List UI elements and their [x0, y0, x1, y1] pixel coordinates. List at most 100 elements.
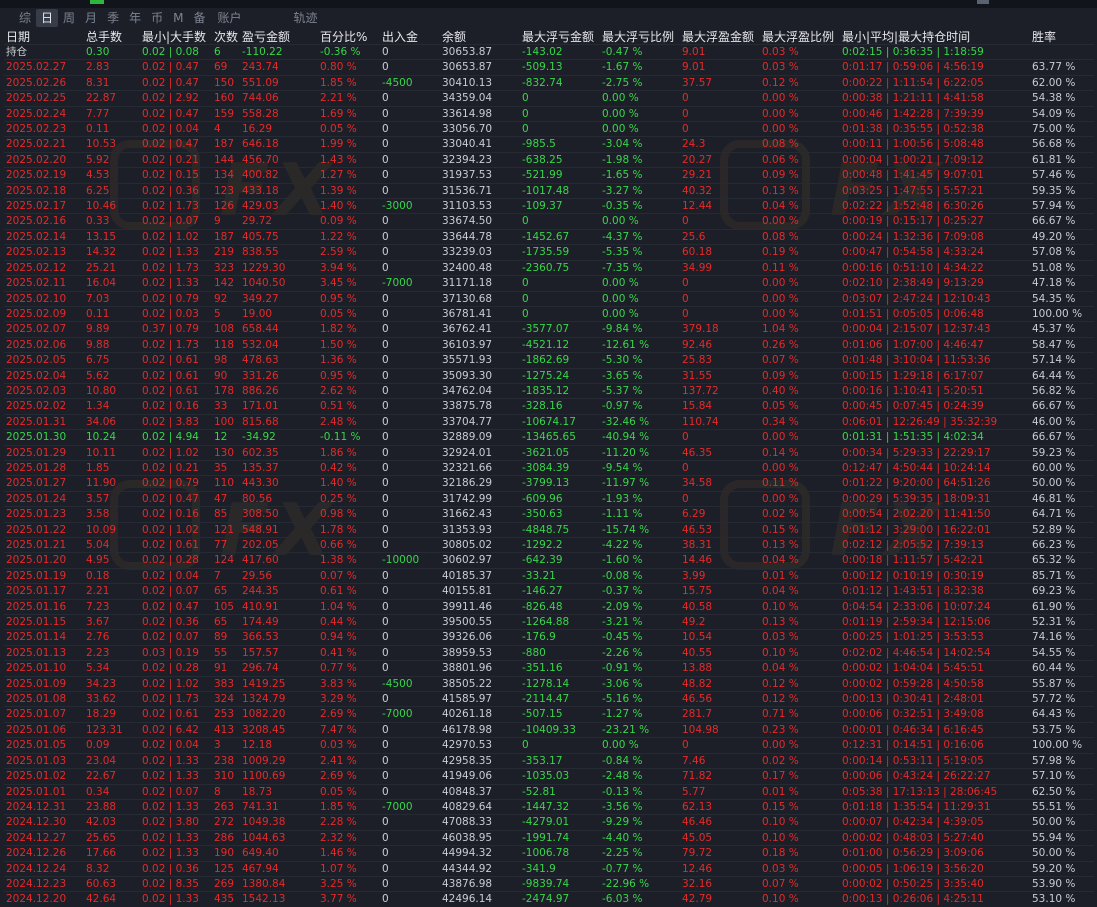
cell-balance: 32889.09 [440, 429, 520, 446]
cell-trade-count: 65 [212, 583, 240, 600]
cell-total-lots: 33.62 [84, 691, 140, 707]
table-row[interactable]: 2025.01.01 0.34 0.02 | 0.07 8 18.73 0.05 % 0 40… [4, 783, 1094, 800]
table-row[interactable]: 2025.02.04 5.62 0.02 | 0.61 90 331.26 0.95 % 0… [4, 367, 1094, 384]
header-win-rate[interactable]: 胜率 [1030, 30, 1094, 45]
cell-max-floating-loss-ratio: 0.00 % [600, 213, 680, 230]
tab-year[interactable]: 年 [124, 9, 146, 27]
tab-month[interactable]: 月 [80, 9, 102, 27]
header-balance[interactable]: 余额 [440, 30, 520, 45]
header-max-floating-loss[interactable]: 最大浮亏金额 [520, 30, 600, 45]
cell-max-floating-loss: -826.48 [520, 598, 600, 615]
table-row[interactable]: 2024.12.24 8.32 0.02 | 0.36 125 467.94 1.07 %… [4, 860, 1094, 877]
header-date[interactable]: 日期 [4, 30, 84, 45]
table-row[interactable]: 2025.02.24 7.77 0.02 | 0.47 159 558.28 1.69 %… [4, 105, 1094, 122]
header-max-floating-profit-ratio[interactable]: 最大浮盈比例 [760, 30, 840, 45]
table-row[interactable]: 2024.12.30 42.03 0.02 | 3.80 272 1049.38 2.28… [4, 814, 1094, 831]
table-row[interactable]: 2024.12.31 23.88 0.02 | 1.33 263 741.31 1.85 … [4, 798, 1094, 815]
table-row[interactable]: 2025.01.15 3.67 0.02 | 0.36 65 174.49 0.44 % 0… [4, 614, 1094, 630]
header-max-floating-loss-ratio[interactable]: 最大浮亏比例 [600, 30, 680, 45]
cell-balance: 43876.98 [440, 875, 520, 892]
table-row[interactable]: 2025.02.13 14.32 0.02 | 1.33 219 838.55 2.59 … [4, 244, 1094, 261]
tab-account[interactable]: 账户 [212, 9, 246, 27]
tab-overview[interactable]: 综 [14, 9, 36, 27]
cell-win-rate: 59.20 % [1030, 860, 1094, 877]
table-row[interactable]: 2025.01.08 33.62 0.02 | 1.73 324 1324.79 3.29… [4, 691, 1094, 707]
table-row[interactable]: 2024.12.20 42.64 0.02 | 1.33 435 1542.13 3.77… [4, 891, 1094, 907]
header-deposit-withdrawal[interactable]: 出入金 [380, 30, 440, 45]
table-row[interactable]: 2025.02.11 16.04 0.02 | 1.33 142 1040.50 3.45… [4, 275, 1094, 291]
table-row[interactable]: 2025.02.09 0.11 0.02 | 0.03 5 19.00 0.05 % 0 36… [4, 305, 1094, 322]
table-row[interactable]: 2025.01.19 0.18 0.02 | 0.04 7 29.56 0.07 % 0 40… [4, 567, 1094, 584]
table-row[interactable]: 2025.01.03 23.04 0.02 | 1.33 238 1009.29 2.41… [4, 752, 1094, 769]
table-row[interactable]: 2025.02.19 4.53 0.02 | 0.15 134 400.82 1.27 %… [4, 167, 1094, 184]
table-row[interactable]: 2025.01.27 11.90 0.02 | 0.79 110 443.30 1.40 … [4, 475, 1094, 492]
header-pnl[interactable]: 盈亏金额 [240, 30, 318, 45]
table-row[interactable]: 2025.01.09 34.23 0.02 | 1.02 383 1419.25 3.83… [4, 675, 1094, 692]
table-row[interactable]: 2025.02.18 6.25 0.02 | 0.36 123 433.18 1.39 %… [4, 182, 1094, 199]
table-row[interactable]: 2024.12.27 25.65 0.02 | 1.33 286 1044.63 2.32… [4, 829, 1094, 846]
header-holding-time[interactable]: 最小|平均|最大持仓时间 [840, 30, 1030, 45]
table-row[interactable]: 2025.02.27 2.83 0.02 | 0.47 69 243.74 0.80 % 0… [4, 59, 1094, 76]
tab-currency[interactable]: 币 [146, 9, 168, 27]
tab-notes[interactable]: 备 [188, 9, 210, 27]
table-row[interactable]: 2025.01.28 1.85 0.02 | 0.21 35 135.37 0.42 % 0… [4, 459, 1094, 476]
table-row[interactable]: 2025.01.30 10.24 0.02 | 4.94 12 -34.92 -0.11 … [4, 429, 1094, 446]
cell-total-lots: 23.04 [84, 752, 140, 769]
table-row[interactable]: 2025.02.16 0.33 0.02 | 0.07 9 29.72 0.09 % 0 33… [4, 213, 1094, 230]
table-row[interactable]: 2025.01.22 10.09 0.02 | 1.02 121 548.91 1.78 … [4, 521, 1094, 538]
cell-max-floating-loss-ratio: -0.47 % [600, 43, 680, 60]
table-row-open-positions[interactable]: 持仓 0.30 0.02 | 0.08 6 -110.22 -0.36 % 0 30653.8… [4, 43, 1094, 60]
header-total-lots[interactable]: 总手数 [84, 30, 140, 45]
table-row[interactable]: 2025.02.20 5.92 0.02 | 0.21 144 456.70 1.43 %… [4, 151, 1094, 168]
cell-holding-time: 0:02:22 | 1:52:48 | 6:30:26 [840, 198, 1030, 214]
header-min-max-lots[interactable]: 最小|大手数 [140, 30, 212, 45]
table-row[interactable]: 2024.12.26 17.66 0.02 | 1.33 190 649.40 1.46 … [4, 845, 1094, 862]
table-row[interactable]: 2025.02.17 10.46 0.02 | 1.73 126 429.03 1.40 … [4, 198, 1094, 214]
tab-track[interactable]: 轨迹 [289, 9, 323, 27]
header-percent[interactable]: 百分比% [318, 30, 380, 45]
table-row[interactable]: 2025.01.17 2.21 0.02 | 0.07 65 244.35 0.61 % 0… [4, 583, 1094, 600]
table-row[interactable]: 2025.01.02 22.67 0.02 | 1.33 310 1100.69 2.69… [4, 768, 1094, 784]
table-row[interactable]: 2024.12.23 60.63 0.02 | 8.35 269 1380.84 3.25… [4, 875, 1094, 892]
table-row[interactable]: 2025.02.05 6.75 0.02 | 0.61 98 478.63 1.36 % 0… [4, 352, 1094, 369]
table-row[interactable]: 2025.01.20 4.95 0.02 | 0.28 124 417.60 1.38 %… [4, 552, 1094, 569]
table-row[interactable]: 2025.01.10 5.34 0.02 | 0.28 91 296.74 0.77 % 0… [4, 660, 1094, 677]
table-row[interactable]: 2025.01.13 2.23 0.03 | 0.19 55 157.57 0.41 % 0… [4, 644, 1094, 661]
header-max-floating-profit[interactable]: 最大浮盈金额 [680, 30, 760, 45]
header-trade-count[interactable]: 次数 [212, 30, 240, 45]
table-row[interactable]: 2025.01.21 5.04 0.02 | 0.61 77 202.05 0.66 % 0… [4, 536, 1094, 553]
cell-deposit-withdrawal: 0 [380, 305, 440, 322]
table-row[interactable]: 2025.02.12 25.21 0.02 | 1.73 323 1229.30 3.94… [4, 259, 1094, 276]
table-row[interactable]: 2025.02.10 7.03 0.02 | 0.79 92 349.27 0.95 % 0… [4, 290, 1094, 307]
cell-pnl: 838.55 [240, 244, 318, 261]
table-row[interactable]: 2025.01.31 34.06 0.02 | 3.83 100 815.68 2.48 … [4, 413, 1094, 430]
table-row[interactable]: 2025.01.16 7.23 0.02 | 0.47 105 410.91 1.04 %… [4, 598, 1094, 615]
cell-percent: 2.59 % [318, 244, 380, 261]
table-row[interactable]: 2025.01.07 18.29 0.02 | 0.61 253 1082.20 2.69… [4, 706, 1094, 723]
cell-max-floating-loss-ratio: -3.06 % [600, 675, 680, 692]
tab-day[interactable]: 日 [36, 9, 59, 27]
table-row[interactable]: 2025.02.25 22.87 0.02 | 2.92 160 744.06 2.21 … [4, 90, 1094, 107]
table-row[interactable]: 2025.02.23 0.11 0.02 | 0.04 4 16.29 0.05 % 0 33… [4, 121, 1094, 137]
table-row[interactable]: 2025.02.03 10.80 0.02 | 0.61 178 886.26 2.62 … [4, 382, 1094, 399]
tab-week[interactable]: 周 [58, 9, 80, 27]
table-row[interactable]: 2025.01.05 0.09 0.02 | 0.04 3 12.18 0.03 % 0 42… [4, 737, 1094, 754]
table-row[interactable]: 2025.01.24 3.57 0.02 | 0.47 47 80.56 0.25 % 0 3… [4, 490, 1094, 507]
table-row[interactable]: 2025.02.26 8.31 0.02 | 0.47 150 551.09 1.85 %… [4, 74, 1094, 91]
cell-max-floating-loss-ratio: 0.00 % [600, 275, 680, 291]
table-row[interactable]: 2025.01.29 10.11 0.02 | 1.02 130 602.35 1.86 … [4, 444, 1094, 461]
tab-m[interactable]: M [168, 9, 188, 27]
tab-quarter[interactable]: 季 [102, 9, 124, 27]
table-row[interactable]: 2025.01.06 123.31 0.02 | 6.42 413 3208.45 7.4… [4, 721, 1094, 738]
table-row[interactable]: 2025.02.21 10.53 0.02 | 0.47 187 646.18 1.99 … [4, 136, 1094, 153]
cell-holding-time: 0:00:22 | 1:11:54 | 6:22:05 [840, 74, 1030, 91]
cell-balance: 36103.97 [440, 336, 520, 353]
table-row[interactable]: 2025.02.06 9.88 0.02 | 1.73 118 532.04 1.50 %… [4, 336, 1094, 353]
table-row[interactable]: 2025.01.14 2.76 0.02 | 0.07 89 366.53 0.94 % 0… [4, 629, 1094, 646]
table-row[interactable]: 2025.01.23 3.58 0.02 | 0.16 85 308.50 0.98 % 0… [4, 506, 1094, 523]
table-row[interactable]: 2025.02.07 9.89 0.37 | 0.79 108 658.44 1.82 %… [4, 321, 1094, 338]
cell-max-floating-profit: 48.82 [680, 675, 760, 692]
cell-deposit-withdrawal: 0 [380, 121, 440, 137]
table-row[interactable]: 2025.02.14 13.15 0.02 | 1.02 187 405.75 1.22 … [4, 228, 1094, 245]
table-row[interactable]: 2025.02.02 1.34 0.02 | 0.16 33 171.01 0.51 % 0… [4, 398, 1094, 415]
